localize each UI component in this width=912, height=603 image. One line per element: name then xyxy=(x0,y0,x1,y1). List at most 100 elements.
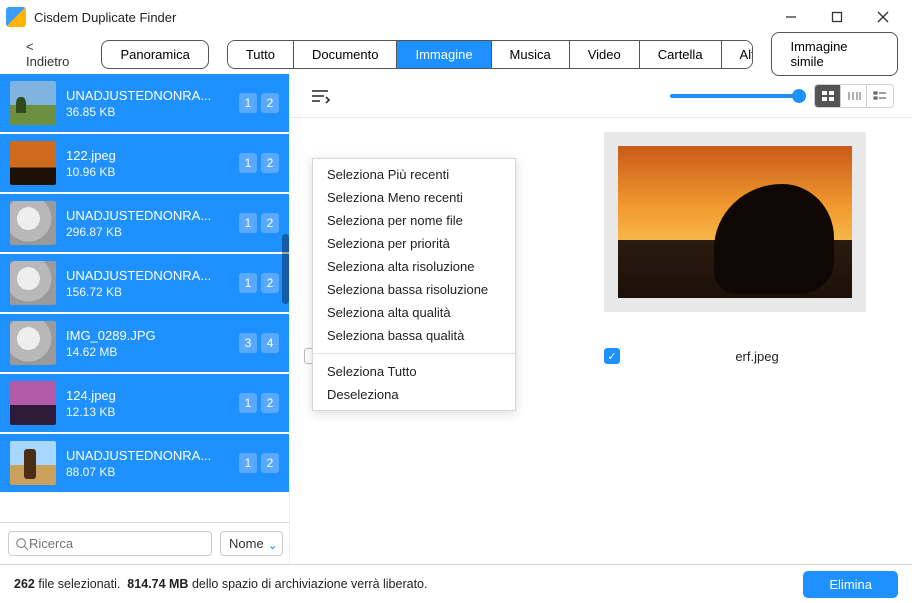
select-checkbox[interactable]: ✓ xyxy=(604,348,620,364)
duplicate-badge[interactable]: 1 xyxy=(239,93,257,113)
tab-cartella[interactable]: Cartella xyxy=(640,41,722,68)
app-title: Cisdem Duplicate Finder xyxy=(34,10,176,25)
list-item[interactable]: UNADJUSTEDNONRA... 156.72 KB12 xyxy=(0,254,289,314)
duplicate-badge[interactable]: 4 xyxy=(261,333,279,353)
minimize-button[interactable] xyxy=(768,2,814,32)
main-panel: 122.jpeg✓erf.jpeg Seleziona Più recentiS… xyxy=(290,74,912,564)
duplicate-badge[interactable]: 1 xyxy=(239,213,257,233)
file-list[interactable]: UNADJUSTEDNONRA...36.85 KB12122.jpeg10.9… xyxy=(0,74,289,522)
menu-item[interactable]: Seleziona per priorità xyxy=(313,232,515,255)
menu-item[interactable]: Deseleziona xyxy=(313,383,515,406)
file-size: 12.13 KB xyxy=(66,405,239,419)
preview-area: 122.jpeg✓erf.jpeg Seleziona Più recentiS… xyxy=(290,118,912,564)
file-size: 14.62 MB xyxy=(66,345,239,359)
status-size: 814.74 MB xyxy=(127,577,188,591)
status-tail: dello spazio di archiviazione verrà libe… xyxy=(192,577,428,591)
thumbnail xyxy=(10,141,56,185)
thumbnail-size-slider[interactable] xyxy=(670,94,800,98)
thumbnail xyxy=(10,261,56,305)
thumbnail xyxy=(10,81,56,125)
tab-video[interactable]: Video xyxy=(570,41,640,68)
file-size: 156.72 KB xyxy=(66,285,239,299)
status-bar: 262 file selezionati. 814.74 MB dello sp… xyxy=(0,564,912,603)
thumbnail xyxy=(10,441,56,485)
menu-item[interactable]: Seleziona Più recenti xyxy=(313,163,515,186)
main-toolbar: < Indietro Panoramica TuttoDocumentoImma… xyxy=(0,34,912,74)
scrollbar-thumb[interactable] xyxy=(282,234,289,304)
preview-toolbar xyxy=(290,74,912,118)
duplicate-badge[interactable]: 2 xyxy=(261,153,279,173)
menu-item[interactable]: Seleziona bassa qualità xyxy=(313,324,515,347)
menu-item[interactable]: Seleziona Meno recenti xyxy=(313,186,515,209)
selection-menu[interactable]: Seleziona Più recentiSeleziona Meno rece… xyxy=(312,158,516,411)
titlebar: Cisdem Duplicate Finder xyxy=(0,0,912,34)
list-item[interactable]: UNADJUSTEDNONRA... 88.07 KB12 xyxy=(0,434,289,494)
search-box[interactable] xyxy=(8,531,212,556)
duplicate-badge[interactable]: 2 xyxy=(261,213,279,233)
thumbnail xyxy=(10,381,56,425)
preview-filename: erf.jpeg xyxy=(630,349,884,364)
view-mode-group xyxy=(814,84,894,108)
preview-card: ✓ erf.jpeg xyxy=(604,132,884,364)
chevron-down-icon: ⌄ xyxy=(268,538,278,552)
selection-filter-button[interactable] xyxy=(308,85,334,107)
file-size: 296.87 KB xyxy=(66,225,239,239)
duplicate-badge[interactable]: 1 xyxy=(239,393,257,413)
menu-item[interactable]: Seleziona per nome file xyxy=(313,209,515,232)
menu-item[interactable]: Seleziona alta qualità xyxy=(313,301,515,324)
file-name: UNADJUSTEDNONRA... xyxy=(66,268,239,283)
list-item[interactable]: 122.jpeg 10.96 KB12 xyxy=(0,134,289,194)
back-button[interactable]: < Indietro xyxy=(20,39,83,69)
duplicate-badge[interactable]: 1 xyxy=(239,453,257,473)
duplicate-badge[interactable]: 2 xyxy=(261,393,279,413)
tab-altro[interactable]: Altro xyxy=(722,41,754,68)
thumbnail xyxy=(10,201,56,245)
view-columns-button[interactable] xyxy=(841,85,867,107)
duplicate-badge[interactable]: 1 xyxy=(239,273,257,293)
status-count: 262 xyxy=(14,577,35,591)
similar-image-button[interactable]: Immagine simile xyxy=(771,32,898,76)
search-input[interactable] xyxy=(29,536,205,551)
sidebar-footer: Nome ⌄ xyxy=(0,522,289,564)
preview-image[interactable] xyxy=(604,132,866,312)
menu-item[interactable]: Seleziona bassa risoluzione xyxy=(313,278,515,301)
list-item[interactable]: UNADJUSTEDNONRA... 36.85 KB12 xyxy=(0,74,289,134)
sidebar: UNADJUSTEDNONRA...36.85 KB12122.jpeg10.9… xyxy=(0,74,290,564)
maximize-button[interactable] xyxy=(814,2,860,32)
file-name: UNADJUSTEDNONRA... xyxy=(66,208,239,223)
app-icon xyxy=(6,7,26,27)
view-grid-button[interactable] xyxy=(815,85,841,107)
tab-musica[interactable]: Musica xyxy=(492,41,570,68)
file-name: 124.jpeg xyxy=(66,388,239,403)
tab-immagine[interactable]: Immagine xyxy=(397,41,491,68)
duplicate-badge[interactable]: 3 xyxy=(239,333,257,353)
search-icon xyxy=(15,537,29,551)
thumbnail xyxy=(10,321,56,365)
menu-item[interactable]: Seleziona Tutto xyxy=(313,360,515,383)
file-name: UNADJUSTEDNONRA... xyxy=(66,88,239,103)
file-name: 122.jpeg xyxy=(66,148,239,163)
list-item[interactable]: IMG_0289.JPG 14.62 MB34 xyxy=(0,314,289,374)
file-name: IMG_0289.JPG xyxy=(66,328,239,343)
menu-separator xyxy=(313,353,515,354)
menu-item[interactable]: Seleziona alta risoluzione xyxy=(313,255,515,278)
tab-documento[interactable]: Documento xyxy=(294,41,397,68)
file-size: 36.85 KB xyxy=(66,105,239,119)
delete-button[interactable]: Elimina xyxy=(803,571,898,598)
duplicate-badge[interactable]: 2 xyxy=(261,93,279,113)
duplicate-badge[interactable]: 2 xyxy=(261,273,279,293)
file-size: 88.07 KB xyxy=(66,465,239,479)
close-button[interactable] xyxy=(860,2,906,32)
view-list-button[interactable] xyxy=(867,85,893,107)
status-count-label: file selezionati. xyxy=(38,577,120,591)
list-item[interactable]: 124.jpeg 12.13 KB12 xyxy=(0,374,289,434)
file-size: 10.96 KB xyxy=(66,165,239,179)
slider-knob[interactable] xyxy=(792,89,806,103)
duplicate-badge[interactable]: 2 xyxy=(261,453,279,473)
duplicate-badge[interactable]: 1 xyxy=(239,153,257,173)
tab-tutto[interactable]: Tutto xyxy=(228,41,294,68)
file-name: UNADJUSTEDNONRA... xyxy=(66,448,239,463)
list-item[interactable]: UNADJUSTEDNONRA... 296.87 KB12 xyxy=(0,194,289,254)
sort-select[interactable]: Nome ⌄ xyxy=(220,531,283,556)
panorama-button[interactable]: Panoramica xyxy=(101,40,208,69)
